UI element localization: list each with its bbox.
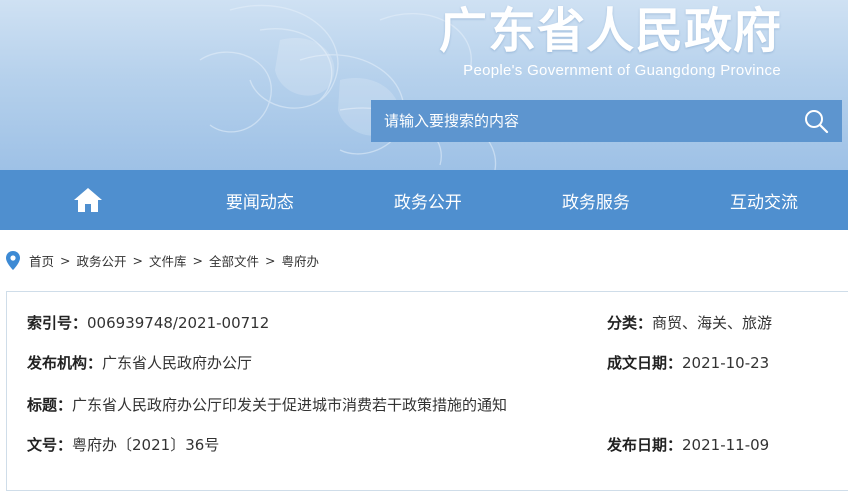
index-number-value: 006939748/2021-00712 [87, 314, 270, 332]
search-button[interactable] [790, 100, 842, 142]
written-date-value: 2021-10-23 [682, 354, 770, 372]
written-date-label: 成文日期： [607, 354, 683, 372]
publish-date-label: 发布日期： [607, 436, 683, 454]
breadcrumb-all-files[interactable]: 全部文件 [209, 251, 259, 270]
category-value: 商贸、海关、旅游 [652, 314, 773, 332]
nav-home-button[interactable] [0, 170, 176, 230]
breadcrumb: 首页 > 政务公开 > 文件库 > 全部文件 > 粤府办 [0, 230, 848, 291]
index-number-row: 索引号：006939748/2021-00712 [27, 313, 269, 333]
nav-item-news[interactable]: 要闻动态 [176, 170, 344, 230]
doc-number-value: 粤府办〔2021〕36号 [72, 436, 220, 454]
breadcrumb-separator: > [60, 253, 71, 268]
site-subtitle: People's Government of Guangdong Provinc… [463, 62, 781, 79]
title-label: 标题： [27, 396, 73, 414]
search-input[interactable] [371, 100, 790, 142]
document-info-card: 索引号：006939748/2021-00712 分类：商贸、海关、旅游 发布机… [6, 291, 848, 491]
written-date-row: 成文日期：2021-10-23 [607, 353, 769, 373]
category-row: 分类：商贸、海关、旅游 [607, 313, 772, 333]
site-title: 广东省人民政府 [438, 3, 782, 59]
category-label: 分类： [607, 314, 653, 332]
index-number-label: 索引号： [27, 314, 88, 332]
title-row: 标题：广东省人民政府办公厅印发关于促进城市消费若干政策措施的通知 [27, 395, 507, 415]
breadcrumb-current[interactable]: 粤府办 [282, 251, 320, 270]
breadcrumb-home[interactable]: 首页 [29, 251, 54, 270]
doc-number-label: 文号： [27, 436, 73, 454]
search-icon [805, 110, 829, 134]
publish-date-row: 发布日期：2021-11-09 [607, 435, 769, 455]
breadcrumb-gov-affairs-public[interactable]: 政务公开 [77, 251, 127, 270]
breadcrumb-file-library[interactable]: 文件库 [149, 251, 187, 270]
publish-date-value: 2021-11-09 [682, 436, 770, 454]
nav-item-interaction[interactable]: 互动交流 [680, 170, 848, 230]
publisher-value: 广东省人民政府办公厅 [102, 354, 253, 372]
title-value: 广东省人民政府办公厅印发关于促进城市消费若干政策措施的通知 [72, 396, 508, 414]
breadcrumb-separator: > [192, 253, 203, 268]
location-pin-icon [6, 251, 20, 270]
home-icon [73, 188, 102, 212]
nav-item-gov-services[interactable]: 政务服务 [512, 170, 680, 230]
breadcrumb-separator: > [132, 253, 143, 268]
main-nav: 要闻动态 政务公开 政务服务 互动交流 [0, 170, 848, 230]
publisher-row: 发布机构：广东省人民政府办公厅 [27, 353, 252, 373]
search-box [371, 100, 842, 142]
doc-number-row: 文号：粤府办〔2021〕36号 [27, 435, 219, 455]
publisher-label: 发布机构： [27, 354, 103, 372]
site-header: 广东省人民政府 People's Government of Guangdong… [0, 0, 848, 170]
nav-item-gov-affairs-public[interactable]: 政务公开 [344, 170, 512, 230]
breadcrumb-separator: > [265, 253, 276, 268]
